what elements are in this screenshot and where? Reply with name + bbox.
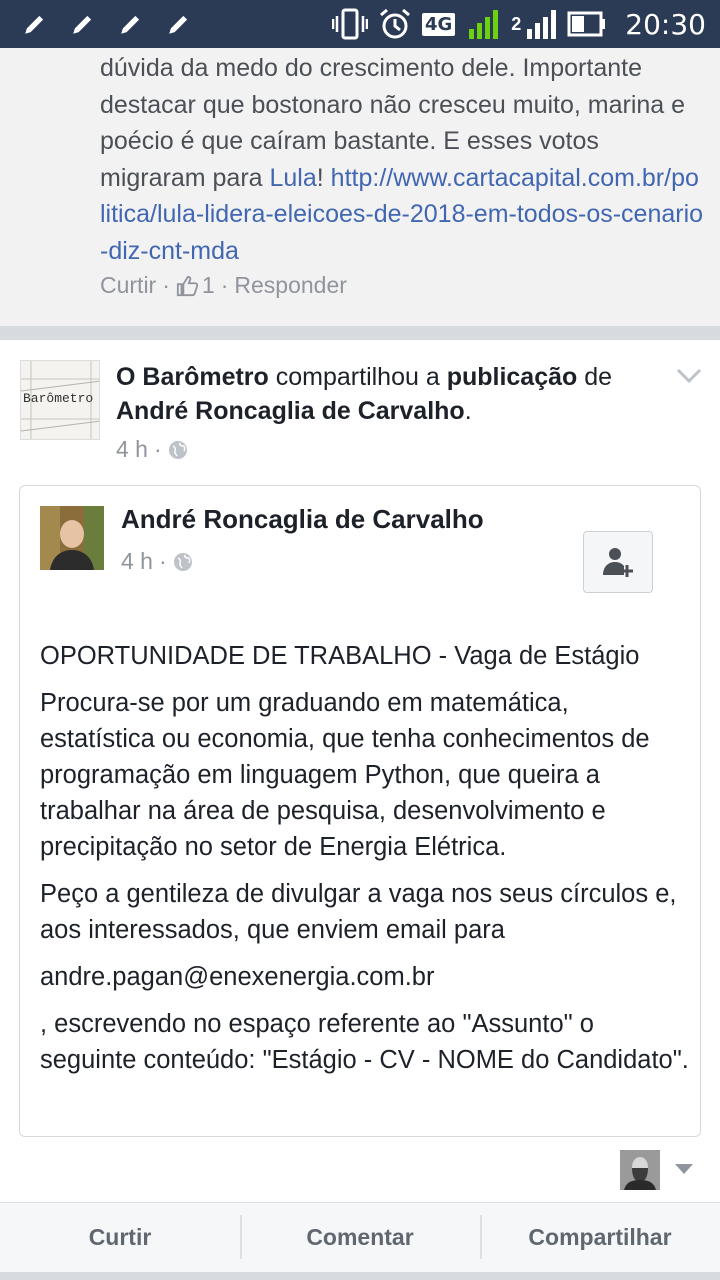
post-paragraph: Peço a gentileza de divulgar a vaga nos … [40,880,677,944]
comment-actions: Curtir · 1 · Responder [100,272,347,299]
pencil-icon [73,15,92,34]
author-photo-icon [40,506,104,570]
shared-post-meta: 4 h · [121,548,193,575]
comment-like-count[interactable]: 1 [176,272,215,299]
vibrate-icon [331,8,368,40]
comment-reply-button[interactable]: Responder [234,272,347,299]
post-paragraph: , escrevendo no espaço referente ao "Ass… [40,1010,689,1074]
globe-icon [173,552,192,571]
network-type-badge: 4G [421,12,456,36]
alarm-icon [380,8,410,39]
comment: dúvida da medo do crescimento dele. Impo… [0,48,720,326]
comment-button[interactable]: Comentar [240,1203,480,1272]
post-meta: 4 h · [116,436,188,463]
clock: 20:30 [625,7,706,41]
post-paragraph: Procura-se por um graduando em matemátic… [40,689,650,861]
status-bar: 4G 2 20:30 [0,0,720,48]
feed-post: Barômetro O Barômetro compartilhou a pub… [0,340,720,1202]
caret-down-icon[interactable] [674,1162,694,1176]
post-action-bar: Curtir Comentar Compartilhar [0,1202,720,1272]
post-paragraph: OPORTUNIDADE DE TRABALHO - Vaga de Estág… [40,642,640,670]
publication-link[interactable]: publicação [447,363,578,391]
like-button[interactable]: Curtir [0,1203,240,1272]
page-avatar[interactable]: Barômetro [20,360,100,440]
signal-sim2-icon [527,10,557,39]
comment-like-button[interactable]: Curtir [100,272,156,299]
shared-post-body: OPORTUNIDADE DE TRABALHO - Vaga de Estág… [40,638,690,1089]
mention-link[interactable]: Lula [270,164,317,192]
reactor-photo-icon [620,1150,660,1190]
page-avatar-text: Barômetro [23,391,94,406]
add-friend-icon [603,548,633,577]
pencil-icon [121,15,140,34]
shared-author-name[interactable]: André Roncaglia de Carvalho [121,504,484,535]
post-email: andre.pagan@enexenergia.com.br [40,963,435,991]
pencil-icon [25,15,44,34]
shared-post-timestamp[interactable]: 4 h [121,548,153,575]
notification-icons [22,11,192,37]
sim2-label: 2 [511,13,522,34]
globe-icon [168,440,187,459]
post-timestamp[interactable]: 4 h [116,436,148,463]
comment-text: dúvida da medo do crescimento dele. Impo… [100,54,704,265]
author-avatar[interactable] [40,506,104,570]
original-author-link[interactable]: André Roncaglia de Carvalho [116,397,465,425]
battery-icon [567,11,606,37]
signal-sim1-icon [469,10,499,39]
thumbs-up-icon [176,275,198,296]
shared-post[interactable]: André Roncaglia de Carvalho 4 h · OPORTU… [19,485,701,1137]
page-name-link[interactable]: O Barômetro [116,363,269,391]
chevron-down-icon[interactable] [676,366,702,386]
add-friend-button[interactable] [583,531,653,593]
feed-divider [0,326,720,340]
feed-divider [0,1272,720,1280]
share-button[interactable]: Compartilhar [480,1203,720,1272]
reactor-avatar[interactable] [620,1150,660,1190]
pencil-icon [169,15,188,34]
post-header: O Barômetro compartilhou a publicação de… [116,363,613,425]
